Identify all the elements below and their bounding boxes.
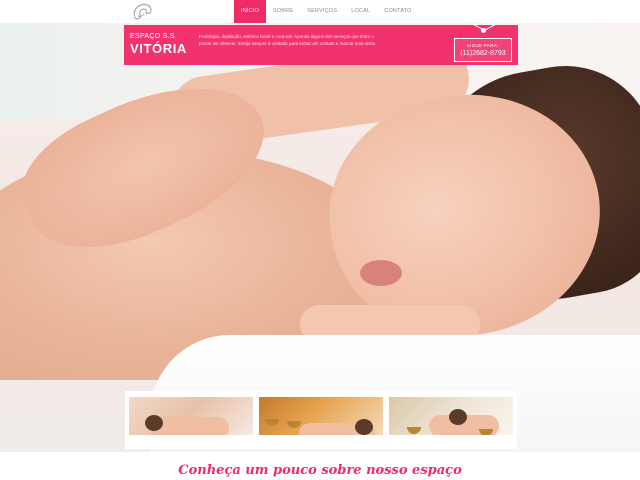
nav-item-contato[interactable]: CONTATO [377, 0, 418, 23]
nav-item-local[interactable]: LOCAL [344, 0, 377, 23]
site-logo[interactable] [125, 1, 159, 22]
gallery-thumbnails [125, 391, 517, 449]
gallery-thumbnail-3[interactable] [389, 397, 513, 447]
nav-item-inicio[interactable]: INÍCIO [234, 0, 267, 23]
thumb-head [145, 415, 163, 431]
phone-sign[interactable]: LIGUE PARA: (11)2682-8793 [454, 21, 512, 62]
singing-bowl-icon [287, 421, 301, 428]
phone-number: (11)2682-8793 [460, 50, 506, 57]
banner-description: Podologia, depilação, estética facial e … [199, 34, 377, 46]
thumb-towel [259, 435, 383, 447]
thumb-head [449, 409, 467, 425]
singing-bowl-icon [265, 419, 279, 426]
brand-name: VITÓRIA [130, 41, 187, 56]
gallery-thumbnail-2[interactable] [259, 397, 383, 447]
hero-lips [360, 260, 402, 286]
info-banner: ESPAÇO S.S. VITÓRIA Podologia, depilação… [124, 21, 518, 65]
phone-label: LIGUE PARA: [467, 43, 499, 48]
hero-image [0, 0, 640, 452]
gallery-thumbnail-1[interactable] [129, 397, 253, 447]
thumb-head [355, 419, 373, 435]
singing-bowl-icon [407, 427, 421, 434]
main-nav: INÍCIO SOBRE SERVIÇOS LOCAL CONTATO [234, 0, 419, 23]
nav-item-servicos[interactable]: SERVIÇOS [300, 0, 344, 23]
brand-subtitle: ESPAÇO S.S. [130, 33, 178, 40]
top-nav-bar: INÍCIO SOBRE SERVIÇOS LOCAL CONTATO [0, 0, 640, 23]
thumb-towel [389, 435, 513, 447]
face-silhouette-logo-icon [133, 3, 152, 19]
thumb-towel [129, 435, 253, 447]
nav-item-sobre[interactable]: SOBRE [266, 0, 300, 23]
section-title: Conheça um pouco sobre nosso espaço [178, 463, 462, 478]
